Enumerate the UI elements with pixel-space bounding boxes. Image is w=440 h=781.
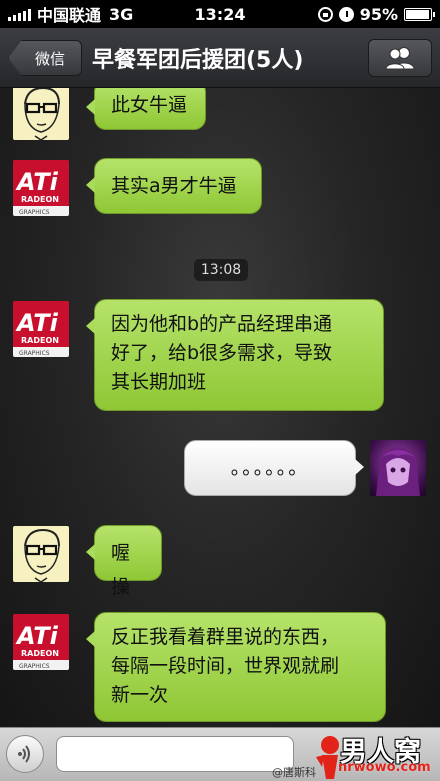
signal-icon bbox=[8, 7, 31, 21]
members-button[interactable] bbox=[368, 39, 432, 77]
people-icon bbox=[385, 47, 415, 70]
svg-text:RADEON: RADEON bbox=[21, 336, 59, 345]
network-label: 3G bbox=[109, 4, 134, 24]
svg-text:ATi: ATi bbox=[15, 309, 59, 337]
battery-fill bbox=[406, 9, 429, 19]
svg-text:ATi: ATi bbox=[15, 622, 59, 650]
status-bar: 中国联通 3G 13:24 95% bbox=[0, 0, 440, 28]
alarm-icon bbox=[338, 6, 354, 22]
status-left: 中国联通 3G bbox=[8, 2, 178, 26]
nav-bar: 微信 早餐军团后援团(5人) bbox=[0, 28, 440, 88]
avatar-ati[interactable]: ATi RADEON GRAPHICS bbox=[13, 301, 69, 357]
avatar-purple[interactable] bbox=[370, 440, 426, 496]
anime-avatar-icon bbox=[376, 447, 420, 496]
message-bubble[interactable]: 因为他和b的产品经理串通 好了，给b很多需求，导致 其长期加班 bbox=[86, 299, 384, 411]
svg-text:RADEON: RADEON bbox=[21, 649, 59, 658]
ati-logo-icon: ATi RADEON GRAPHICS bbox=[13, 301, 69, 357]
battery-percent: 95% bbox=[359, 4, 398, 24]
message-bubble[interactable]: 此女牛逼 bbox=[86, 88, 206, 130]
timestamp: 13:08 bbox=[194, 259, 248, 281]
message-bubble[interactable]: 。。。。。。 bbox=[184, 440, 364, 496]
chat-area[interactable]: 此女牛逼 ATi RADEON GRAPHICS 其实a男才牛逼 13:08 A… bbox=[0, 88, 440, 727]
ati-logo-icon: ATi RADEON GRAPHICS bbox=[13, 614, 69, 670]
avatar-ati[interactable]: ATi RADEON GRAPHICS bbox=[13, 160, 69, 216]
battery-icon bbox=[404, 7, 435, 21]
chat-title: 早餐军团后援团(5人) bbox=[92, 48, 304, 73]
watermark-url: nrwowo.com bbox=[338, 760, 431, 775]
glasses-man-icon bbox=[24, 88, 60, 140]
message-bubble[interactable]: 喔操 bbox=[86, 525, 162, 598]
voice-button[interactable] bbox=[6, 735, 44, 773]
avatar-ati[interactable]: ATi RADEON GRAPHICS bbox=[13, 614, 69, 670]
rotation-lock-icon bbox=[317, 6, 333, 22]
message-bubble[interactable]: 反正我看着群里说的东西， 每隔一段时间，世界观就刷 新一次 bbox=[86, 612, 386, 722]
avatar-glasses[interactable] bbox=[13, 88, 69, 140]
avatar-glasses[interactable] bbox=[13, 526, 69, 582]
svg-text:ATi: ATi bbox=[15, 168, 59, 196]
glasses-man-icon bbox=[24, 528, 60, 582]
svg-text:GRAPHICS: GRAPHICS bbox=[19, 350, 50, 357]
svg-text:GRAPHICS: GRAPHICS bbox=[19, 209, 50, 216]
svg-text:GRAPHICS: GRAPHICS bbox=[19, 663, 50, 670]
ati-logo-icon: ATi RADEON GRAPHICS bbox=[13, 160, 69, 216]
svg-text:RADEON: RADEON bbox=[21, 195, 59, 204]
message-bubble[interactable]: 其实a男才牛逼 bbox=[86, 158, 262, 214]
status-right: 95% bbox=[317, 4, 435, 24]
voice-icon bbox=[18, 745, 30, 763]
message-input[interactable] bbox=[56, 736, 294, 772]
watermark-credit: @唐斯科 bbox=[272, 766, 316, 779]
carrier-label: 中国联通 bbox=[37, 6, 102, 25]
back-button[interactable]: 微信 bbox=[8, 40, 82, 76]
